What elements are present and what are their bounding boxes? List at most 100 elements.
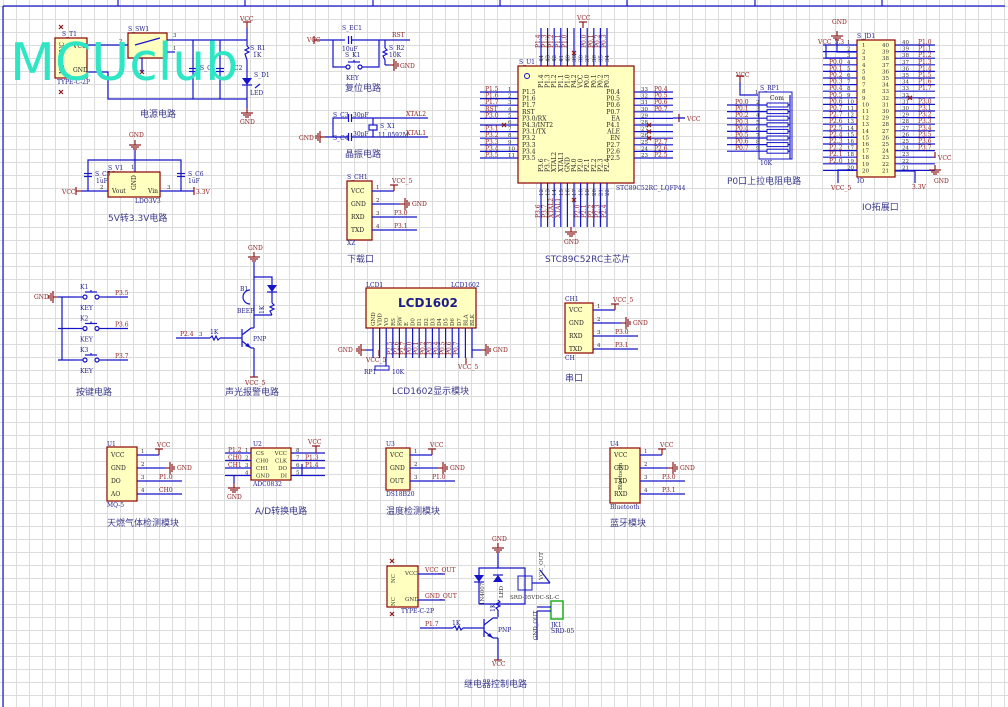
- pin-label: D1: [417, 318, 423, 326]
- pin-number: 36: [592, 55, 598, 62]
- ref-designator: K1: [80, 284, 88, 291]
- pin-number: 5: [296, 471, 300, 477]
- pin-number: 16: [565, 189, 571, 196]
- section-title-io: IO拓展口: [862, 201, 899, 213]
- section-title-download: 下载口: [347, 253, 374, 265]
- resistor-icon: [766, 142, 789, 148]
- part-type: SRD-05: [551, 628, 574, 635]
- value: 1K: [253, 52, 262, 59]
- net-label: XTAL1: [555, 198, 562, 218]
- pin-number: 8: [296, 448, 300, 454]
- section-title-temp: 温度检测模块: [386, 505, 440, 517]
- ref-designator: S_K1: [345, 52, 360, 59]
- pin-number: 4: [847, 60, 851, 66]
- pin-number: 8: [756, 140, 760, 146]
- gnd-port: GND: [400, 63, 415, 70]
- pin-label: RXD: [614, 491, 628, 498]
- net-label: P1.7: [918, 85, 932, 92]
- pin-number: 4: [756, 113, 760, 119]
- pin-number: 29: [641, 113, 648, 119]
- ref-designator: CH1: [565, 296, 579, 303]
- pin-number: 1: [414, 449, 418, 455]
- resistor-icon: [766, 122, 789, 128]
- resistor-icon: [766, 135, 789, 141]
- push-button-icon: [82, 325, 88, 332]
- pin-label: P0.3: [604, 74, 611, 88]
- pin-number: 4: [597, 343, 601, 349]
- pin-number: 41: [559, 55, 565, 62]
- net-label: P3.0: [394, 210, 408, 217]
- net-label: P3.7: [918, 145, 932, 152]
- part-type: PNP: [253, 336, 266, 343]
- pin-label: 26: [882, 135, 889, 141]
- lcd-label: LCD1602: [398, 296, 458, 310]
- schematic-sheet: S_T1 TYPE-C-2P NC NC VCC GND S_SW1 2 3 1 S_C C2 VCC S…: [0, 0, 1008, 707]
- vcc-out-net: VCC_OUT: [539, 552, 545, 581]
- pin-number: 17: [572, 189, 578, 196]
- pin-label: 10: [862, 102, 869, 108]
- alarm-led-icon: [267, 285, 277, 292]
- pin-number: 18: [579, 189, 585, 196]
- pin-number: 38: [902, 53, 909, 59]
- section-title-relay: 继电器控制电路: [464, 678, 527, 690]
- pin-number: 34: [902, 80, 909, 86]
- pin-number: 2: [508, 94, 512, 100]
- pin-number: 6: [847, 73, 851, 79]
- pin-number: 4: [376, 224, 380, 230]
- relay-terminal-icon: [550, 600, 564, 620]
- part-type: CH: [565, 355, 575, 362]
- pin-number: 44: [539, 55, 545, 62]
- pin-label: TXD: [614, 478, 627, 485]
- gnd-out-net: GND_OUT: [533, 610, 539, 640]
- pin-number: 22: [605, 189, 611, 196]
- wire: [370, 40, 380, 68]
- pin-number: 17: [847, 146, 854, 152]
- pin-label: 24: [882, 149, 889, 155]
- ref-designator: S_SW1: [128, 26, 149, 33]
- pin-label: 9: [862, 96, 866, 102]
- pnp-transistor-icon: [241, 327, 252, 336]
- ref-designator: RP1: [364, 369, 376, 376]
- pin-label: 16: [862, 142, 869, 148]
- ref-designator: U1: [107, 441, 116, 448]
- vcc-port: VCC_5: [391, 178, 413, 185]
- pin-label: GND: [111, 465, 126, 472]
- pin-label: Com: [770, 95, 784, 102]
- pin-number: 4: [508, 107, 512, 113]
- pin-number: 2: [644, 462, 648, 468]
- pin-number: 3: [167, 185, 171, 191]
- gnd-port: GND: [633, 320, 648, 327]
- pin-number: 19: [585, 189, 591, 196]
- net-label: CH1: [228, 462, 242, 469]
- vcc-port: VCC_5: [244, 380, 266, 387]
- pin-number: 1: [245, 448, 249, 454]
- pin-number: 38: [579, 55, 585, 62]
- pin-label: 1: [862, 43, 866, 49]
- net-label: P3.0: [485, 112, 499, 119]
- push-button-icon: [357, 64, 363, 70]
- pin-number: 4: [245, 471, 249, 477]
- pin-number: 25: [641, 140, 648, 146]
- pin-number: 1: [597, 304, 601, 310]
- pin-label: Vout: [111, 188, 126, 195]
- vcc33-port: VCC_3.3: [817, 39, 844, 46]
- pin-number: 1: [755, 90, 759, 96]
- part-type: DS18B20: [386, 491, 415, 498]
- pin-label: 21: [882, 168, 889, 174]
- pin-number: 2: [100, 185, 104, 191]
- pin-number: 6: [508, 120, 512, 126]
- pin-number: 32: [641, 94, 648, 100]
- pin-label: VCC: [350, 188, 365, 195]
- vcc-port: VCC: [735, 72, 750, 79]
- pin-label: BLA: [463, 313, 469, 326]
- pin-number: 3: [245, 463, 249, 469]
- net-label: P0.7: [654, 106, 668, 113]
- pin-number: 34: [605, 55, 611, 62]
- pin-number: 2: [141, 462, 145, 468]
- pin-label: 38: [882, 56, 889, 62]
- pin-label: OUT: [390, 478, 404, 485]
- pin-label: GND: [569, 320, 584, 327]
- pin-label: 14: [862, 129, 869, 135]
- gnd-out-net: GND_OUT: [425, 593, 457, 600]
- ref-designator: U3: [386, 441, 395, 448]
